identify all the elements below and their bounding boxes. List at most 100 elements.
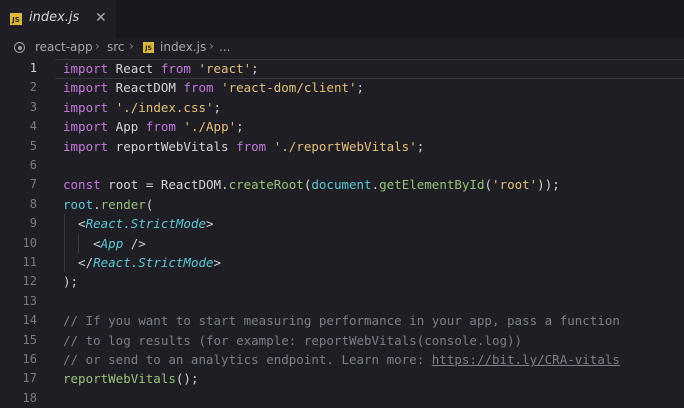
line-number: 2 [29,80,37,95]
code-token: )); [537,177,560,193]
code-token: ; [213,99,222,115]
code-token: 'react' [198,61,252,76]
line-number: 7 [29,177,37,192]
code-token: getElementById [379,177,485,193]
code-line[interactable]: 3 import './index.css'; [0,98,684,117]
code-token: ( [484,177,493,193]
line-number: 15 [22,332,37,347]
code-line[interactable]: 11 </React.StrictMode> [0,253,684,272]
code-text: import './index.css'; [63,98,221,117]
line-number: 9 [29,216,37,231]
code-token: React.StrictMode [85,216,206,232]
code-token: React [108,61,161,76]
code-line[interactable]: 17 reportWebVitals(); [0,369,684,388]
code-text: import React from 'react'; [63,59,259,78]
line-number: 8 [29,196,37,211]
code-line[interactable]: 14 // If you want to start measuring perf… [0,311,684,330]
code-token: React.StrictMode [93,255,214,270]
code-token: import [63,99,109,115]
code-token: ; [416,138,425,154]
code-line[interactable]: 2 import ReactDOM from 'react-dom/client'… [0,78,684,97]
code-token: < [63,235,101,251]
code-link[interactable]: https://bit.ly/CRA-vitals [432,352,620,367]
breadcrumb-item-index-js[interactable]: index.js [160,40,206,54]
code-line[interactable]: 16 // or send to an analytics endpoint. L… [0,350,684,369]
code-token: root [63,196,94,212]
code-token: App [100,235,124,251]
line-number: 17 [22,371,37,386]
code-token: // to log results (for example: reportWe… [63,332,523,348]
code-token: ( [145,196,154,212]
code-token: . [371,177,380,193]
code-token: </ [63,255,94,270]
code-token: // If you want to start measuring perfor… [63,313,620,329]
code-token: document [311,177,372,193]
line-number: 4 [29,119,37,134]
code-line[interactable]: 8 root.render( [0,195,684,214]
code-text: root.render( [63,195,153,214]
code-text: reportWebVitals(); [63,369,198,388]
close-icon[interactable]: ✕ [95,10,107,26]
breadcrumb: react-app › src › JS index.js › ... [0,38,684,58]
code-token: root = ReactDOM. [100,177,229,193]
code-line[interactable]: 6 [0,156,684,175]
code-line[interactable]: 5 import reportWebVitals from './reportWe… [0,137,684,156]
code-text: <App /> [63,234,146,253]
code-line[interactable]: 7 const root = ReactDOM.createRoot ( docume… [0,175,684,194]
code-token: (); [175,371,199,387]
javascript-file-icon: JS [143,42,154,53]
code-token: 'root' [492,177,538,193]
code-line[interactable]: 1 import React from 'react'; [0,59,684,79]
line-number: 10 [22,235,37,250]
code-token: . [93,196,101,212]
code-text: // or send to an analytics endpoint. Lea… [63,350,620,369]
code-token: import [63,138,109,154]
line-number: 1 [29,61,37,75]
code-token: './index.css' [115,99,214,115]
code-token: reportWebVitals [108,138,237,154]
tab-index-js[interactable]: JS index.js ✕ [0,0,116,38]
code-line[interactable]: 13 [0,292,684,311]
code-token: createRoot [228,177,304,193]
line-number: 12 [22,274,37,289]
code-line[interactable]: 15 // to log results (for example: report… [0,331,684,350]
line-number: 18 [22,390,37,405]
code-line[interactable]: 4 import App from './App'; [0,117,684,136]
code-line[interactable]: 9 <React.StrictMode> [0,214,684,233]
line-number: 13 [22,293,37,308]
code-text: import ReactDOM from 'react-dom/client'; [63,78,364,97]
code-text: </React.StrictMode> [63,253,221,272]
line-number: 6 [29,158,37,172]
code-line[interactable]: 12); [0,272,684,291]
line-number: 3 [29,99,37,114]
javascript-file-icon: JS [10,13,22,25]
tab-label: index.js [29,10,80,25]
breadcrumb-item-src[interactable]: src [107,40,125,54]
code-token: from [236,138,267,154]
indent-guide [78,233,79,253]
react-circle-icon [14,42,25,53]
code-line[interactable]: 10 <App /> [0,234,684,253]
chevron-right-icon: › [95,39,100,53]
code-editor[interactable]: 1 import React from 'react'; 2 import React… [0,58,684,405]
breadcrumb-item-react-app[interactable]: react-app [35,40,93,54]
tab-bar: JS index.js ✕ [0,0,684,38]
code-token: from [160,61,191,76]
breadcrumb-item-more[interactable]: ... [219,40,230,54]
line-number: 11 [22,255,37,269]
code-text: // If you want to start measuring perfor… [63,311,620,330]
code-line[interactable]: 18 [0,389,684,408]
code-token: const [63,177,101,193]
code-token: render [100,196,146,212]
line-number: 5 [29,138,37,153]
code-token: import [63,61,109,76]
code-token: import [63,119,109,135]
indent-guide [64,214,65,273]
code-token: ReactDOM [108,80,184,96]
code-text: import reportWebVitals from './reportWeb… [63,137,424,156]
code-token: 'react-dom/client' [221,80,357,96]
code-token: from [183,80,214,96]
